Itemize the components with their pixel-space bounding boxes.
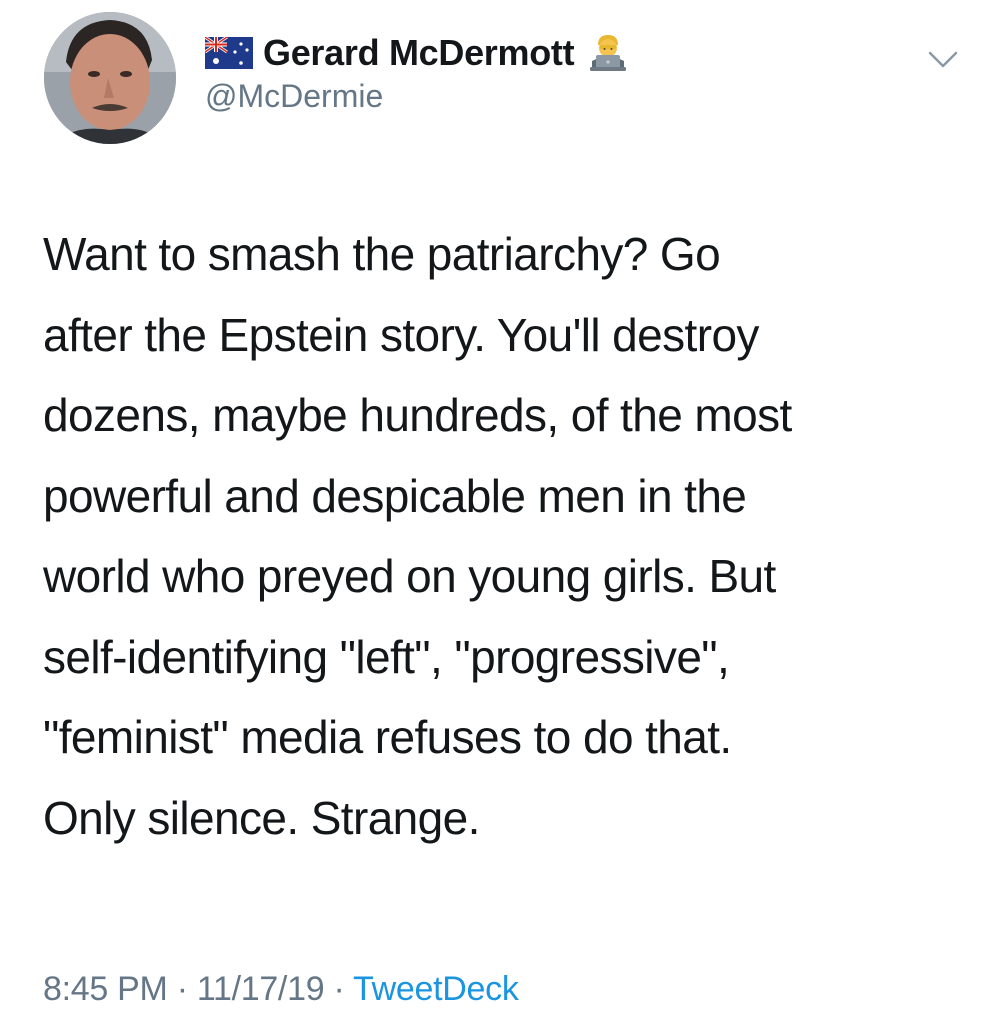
- australia-flag-icon: [204, 35, 253, 69]
- tweet-time[interactable]: 8:45 PM: [43, 970, 168, 1008]
- tweet-card: Gerard McDermott @McDermie Want to smash…: [0, 0, 1003, 1024]
- chevron-down-icon[interactable]: [924, 44, 962, 76]
- tweet-source-link[interactable]: TweetDeck: [353, 970, 519, 1008]
- name-row[interactable]: Gerard McDermott: [204, 30, 630, 76]
- meta-separator: ·: [176, 970, 188, 1008]
- tweet-text-line: "feminist" media refuses to do that.: [43, 711, 732, 763]
- tweet-meta: 8:45 PM · 11/17/19 · TweetDeck: [43, 970, 519, 1009]
- tweet-text-line: Want to smash the patriarchy? Go: [43, 228, 721, 280]
- display-name[interactable]: Gerard McDermott: [263, 32, 575, 74]
- tweet-text-line: dozens, maybe hundreds, of the most: [43, 389, 792, 441]
- user-handle[interactable]: @McDermie: [205, 78, 383, 115]
- meta-separator: ·: [333, 970, 345, 1008]
- avatar[interactable]: [44, 12, 176, 144]
- tweet-text-line: Only silence. Strange.: [43, 791, 480, 844]
- tweet-date[interactable]: 11/17/19: [197, 970, 325, 1008]
- tweet-text-line: powerful and despicable men in the: [43, 469, 747, 522]
- tweet-text-line: self-identifying "left", "progressive",: [43, 630, 730, 683]
- technologist-emoji-icon: [586, 31, 630, 75]
- tweet-text: Want to smash the patriarchy? Go after t…: [43, 214, 983, 858]
- tweet-text-line: world who preyed on young girls. But: [43, 550, 776, 602]
- tweet-text-line: after the Epstein story. You'll destroy: [43, 308, 759, 361]
